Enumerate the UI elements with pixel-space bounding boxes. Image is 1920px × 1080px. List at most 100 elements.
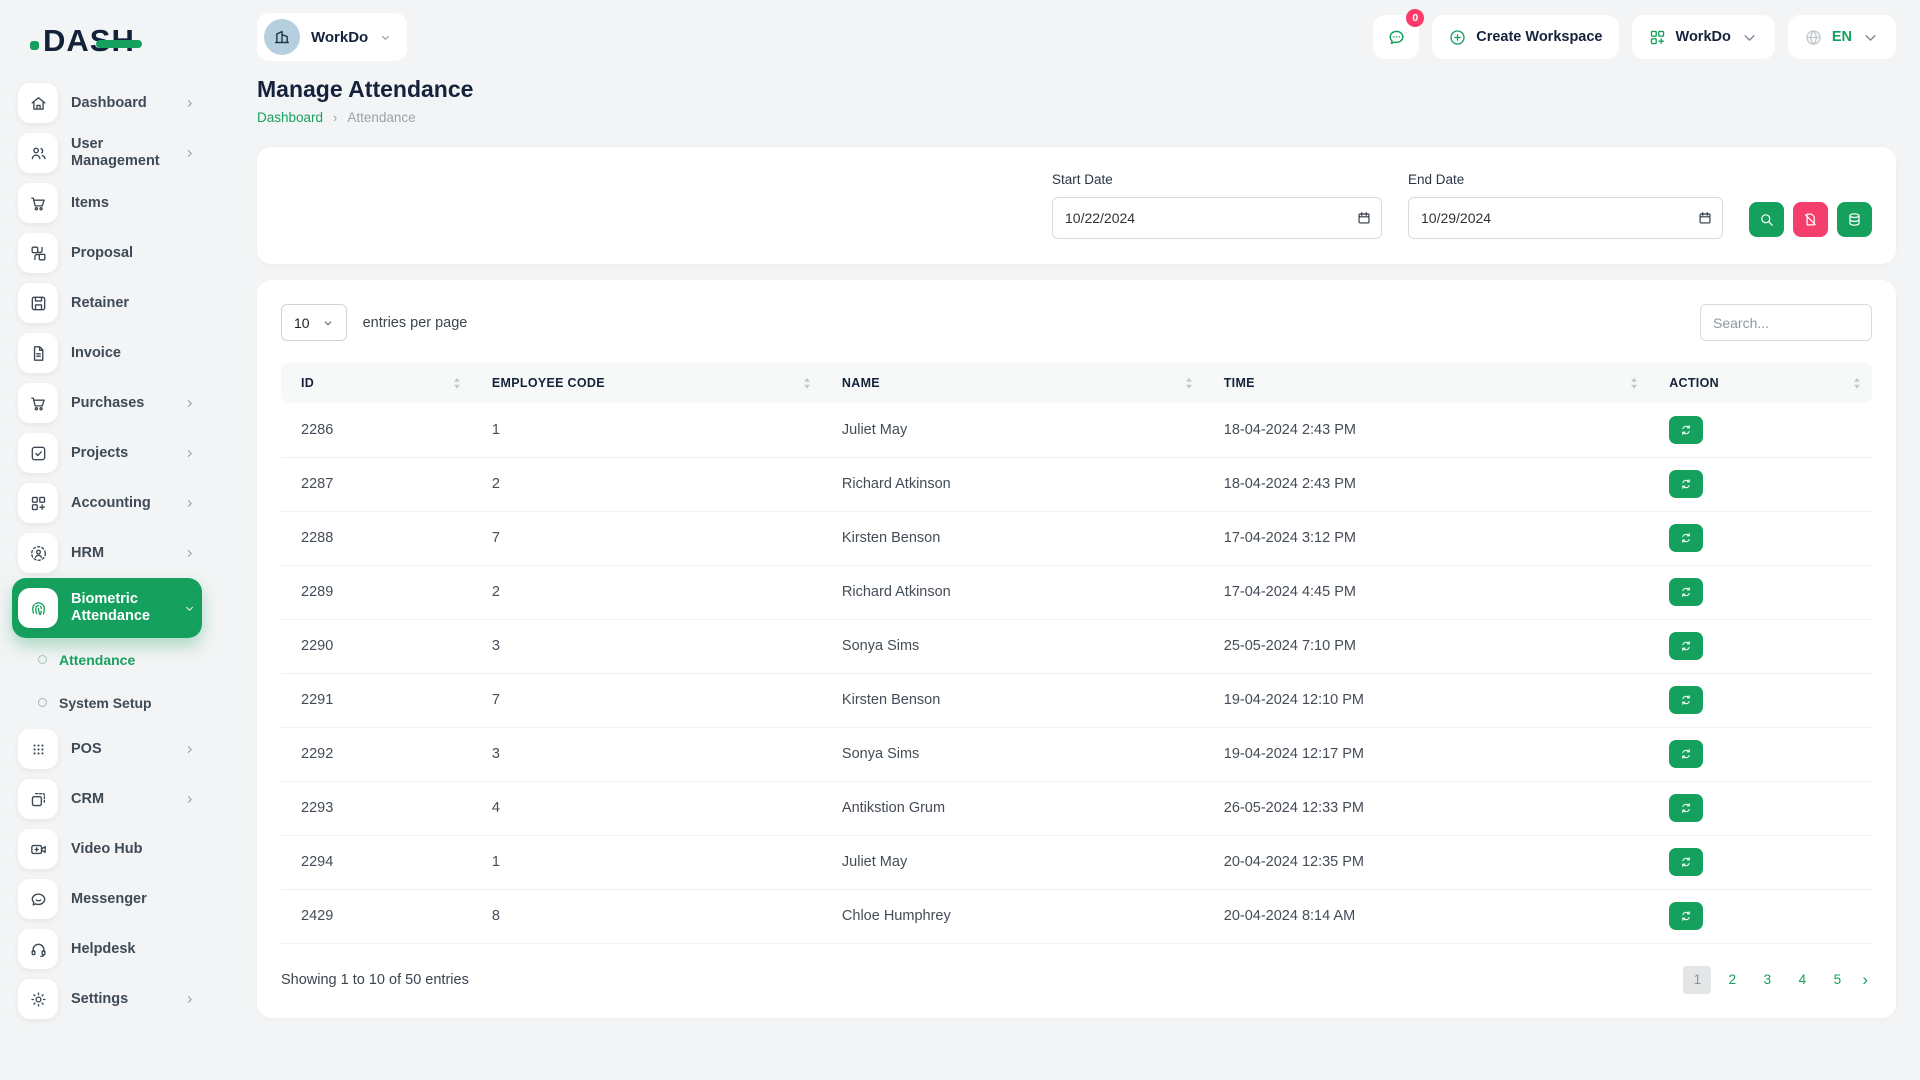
apply-filter-button[interactable]	[1749, 202, 1784, 237]
cell-action	[1649, 565, 1872, 619]
end-date-input[interactable]	[1408, 197, 1723, 239]
refresh-icon	[1679, 747, 1693, 761]
entries-per-page-label: entries per page	[363, 315, 468, 331]
start-date-input[interactable]	[1052, 197, 1382, 239]
sidebar-item-biometric-attendance[interactable]: Biometric Attendance	[12, 578, 202, 638]
cart-icon	[18, 383, 58, 423]
sidebar-item-settings[interactable]: Settings	[12, 974, 202, 1024]
chat-smile-icon	[18, 879, 58, 919]
sidebar-item-video-hub[interactable]: Video Hub	[12, 824, 202, 874]
sync-attendance-button[interactable]	[1669, 902, 1703, 930]
refresh-icon	[1679, 639, 1693, 653]
sort-arrows-icon	[1631, 378, 1637, 389]
start-date-field: Start Date	[1052, 172, 1382, 239]
cell-action	[1649, 457, 1872, 511]
cell-employee-code: 8	[472, 889, 822, 943]
chevron-right-icon	[183, 743, 196, 756]
sync-attendance-button[interactable]	[1669, 470, 1703, 498]
page-button-3[interactable]: 3	[1753, 966, 1781, 994]
cell-action	[1649, 835, 1872, 889]
cell-time: 20-04-2024 12:35 PM	[1204, 835, 1649, 889]
cell-action	[1649, 781, 1872, 835]
sort-arrows-icon	[454, 378, 460, 389]
column-header-action[interactable]: ACTION	[1649, 363, 1872, 403]
export-button[interactable]	[1837, 202, 1872, 237]
table-row: 2289 2 Richard Atkinson 17-04-2024 4:45 …	[281, 565, 1872, 619]
page-button-5[interactable]: 5	[1823, 966, 1851, 994]
sync-attendance-button[interactable]	[1669, 524, 1703, 552]
refresh-icon	[1679, 423, 1693, 437]
sidebar: DASH Dashboard User Management Items Pro…	[0, 0, 212, 1080]
sidebar-item-dashboard[interactable]: Dashboard	[12, 78, 202, 128]
create-workspace-label: Create Workspace	[1476, 29, 1602, 45]
sidebar-item-projects[interactable]: Projects	[12, 428, 202, 478]
column-header-time[interactable]: TIME	[1204, 363, 1649, 403]
brand-logo[interactable]: DASH	[0, 16, 212, 66]
chevron-right-icon	[183, 397, 196, 410]
sidebar-item-pos[interactable]: POS	[12, 724, 202, 774]
cell-employee-code: 3	[472, 619, 822, 673]
video-icon	[18, 829, 58, 869]
sync-attendance-button[interactable]	[1669, 794, 1703, 822]
cell-time: 17-04-2024 3:12 PM	[1204, 511, 1649, 565]
table-row: 2292 3 Sonya Sims 19-04-2024 12:17 PM	[281, 727, 1872, 781]
clear-filter-button[interactable]	[1793, 202, 1828, 237]
sidebar-item-invoice[interactable]: Invoice	[12, 328, 202, 378]
cell-employee-code: 7	[472, 511, 822, 565]
sidebar-item-proposal[interactable]: Proposal	[12, 228, 202, 278]
sidebar-item-user-management[interactable]: User Management	[12, 128, 202, 178]
column-header-name[interactable]: NAME	[822, 363, 1204, 403]
chevron-right-icon	[183, 993, 196, 1006]
filter-card: Start Date End Date	[257, 147, 1896, 264]
sidebar-item-messenger[interactable]: Messenger	[12, 874, 202, 924]
sync-attendance-button[interactable]	[1669, 686, 1703, 714]
sync-attendance-button[interactable]	[1669, 416, 1703, 444]
chevron-down-icon	[1861, 28, 1880, 47]
cell-name: Sonya Sims	[822, 619, 1204, 673]
language-selector[interactable]: EN	[1788, 15, 1896, 59]
sidebar-item-items[interactable]: Items	[12, 178, 202, 228]
chevron-right-icon	[183, 793, 196, 806]
page-button-4[interactable]: 4	[1788, 966, 1816, 994]
sidebar-item-hrm[interactable]: HRM	[12, 528, 202, 578]
sidebar-item-accounting[interactable]: Accounting	[12, 478, 202, 528]
sidebar-subitem-system-setup[interactable]: System Setup	[12, 681, 202, 724]
end-date-field: End Date	[1408, 172, 1723, 239]
sync-attendance-button[interactable]	[1669, 848, 1703, 876]
chevron-right-icon	[183, 447, 196, 460]
page-button-1[interactable]: 1	[1683, 966, 1711, 994]
app-menu-button[interactable]: WorkDo	[1632, 15, 1775, 59]
cell-time: 18-04-2024 2:43 PM	[1204, 457, 1649, 511]
language-label: EN	[1832, 29, 1852, 45]
breadcrumb-dashboard-link[interactable]: Dashboard	[257, 110, 323, 125]
search-icon	[1758, 211, 1775, 228]
column-header-id[interactable]: ID	[281, 363, 472, 403]
sidebar-item-crm[interactable]: CRM	[12, 774, 202, 824]
next-page-button[interactable]: ›	[1858, 970, 1872, 990]
table-row: 2286 1 Juliet May 18-04-2024 2:43 PM	[281, 403, 1872, 457]
sidebar-item-purchases[interactable]: Purchases	[12, 378, 202, 428]
sync-attendance-button[interactable]	[1669, 632, 1703, 660]
cell-time: 18-04-2024 2:43 PM	[1204, 403, 1649, 457]
notifications-button[interactable]: 0	[1373, 15, 1419, 59]
workspace-selector[interactable]: WorkDo	[257, 13, 407, 61]
users-icon	[18, 133, 58, 173]
sync-attendance-button[interactable]	[1669, 740, 1703, 768]
circle-bullet-icon	[38, 698, 47, 707]
cell-time: 20-04-2024 8:14 AM	[1204, 889, 1649, 943]
cell-action	[1649, 619, 1872, 673]
cell-id: 2287	[281, 457, 472, 511]
sync-attendance-button[interactable]	[1669, 578, 1703, 606]
attendance-table: ID EMPLOYEE CODE NAME TIME ACTION 2286 1…	[281, 363, 1872, 944]
cell-action	[1649, 727, 1872, 781]
create-workspace-button[interactable]: Create Workspace	[1432, 15, 1618, 59]
page-button-2[interactable]: 2	[1718, 966, 1746, 994]
cell-id: 2291	[281, 673, 472, 727]
table-search-input[interactable]	[1700, 304, 1872, 341]
entries-per-page-select[interactable]: 10	[281, 304, 347, 341]
column-header-employee-code[interactable]: EMPLOYEE CODE	[472, 363, 822, 403]
cell-name: Richard Atkinson	[822, 565, 1204, 619]
sidebar-subitem-attendance[interactable]: Attendance	[12, 638, 202, 681]
sidebar-item-retainer[interactable]: Retainer	[12, 278, 202, 328]
sidebar-item-helpdesk[interactable]: Helpdesk	[12, 924, 202, 974]
